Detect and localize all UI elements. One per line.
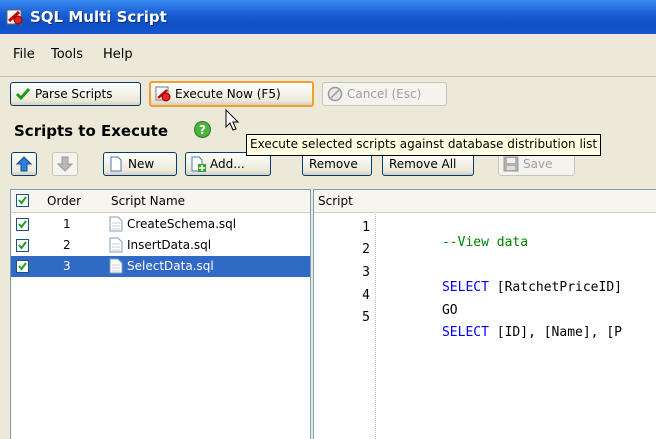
row-checkbox[interactable] (16, 260, 29, 273)
row-order: 3 (63, 259, 71, 273)
select-all-checkbox[interactable] (16, 194, 29, 207)
section-title: Scripts to Execute (14, 122, 168, 140)
row-script-name: SelectData.sql (127, 259, 214, 273)
code-text: [ID], [Name], [P (488, 325, 622, 340)
script-header-label: Script (318, 194, 353, 208)
row-checkbox[interactable] (16, 218, 29, 231)
column-order-header[interactable]: Order (47, 194, 81, 208)
row-order: 1 (63, 217, 71, 231)
execute-now-button[interactable]: Execute Now (F5) (149, 81, 314, 107)
execute-now-label: Execute Now (F5) (175, 87, 281, 101)
code-comment: --View data (441, 235, 529, 250)
line-number: 5 (362, 310, 370, 325)
list-item-selected[interactable]: 3 SelectData.sql (11, 256, 310, 277)
title-bar: SQL Multi Script (0, 0, 656, 34)
menu-tools[interactable]: Tools (51, 47, 83, 62)
svg-text:?: ? (199, 123, 206, 137)
save-label: Save (523, 157, 553, 171)
cancel-button[interactable]: Cancel (Esc) (322, 82, 447, 106)
line-number: 4 (362, 288, 370, 303)
parse-scripts-label: Parse Scripts (35, 87, 113, 101)
add-label: Add... (210, 157, 245, 171)
cancel-label: Cancel (Esc) (347, 87, 422, 101)
move-down-button[interactable] (52, 152, 78, 176)
row-order: 2 (63, 238, 71, 252)
checkmark-icon (18, 196, 27, 205)
arrow-up-icon (16, 156, 32, 172)
code-line: SELECT [ID], [Name], [P (395, 310, 622, 355)
checkmark-icon (18, 220, 27, 229)
menu-bar: File Tools Help (0, 34, 656, 77)
list-header: Order Script Name (11, 190, 310, 213)
move-up-button[interactable] (11, 152, 37, 176)
script-editor[interactable]: Script 1 2 3 4 5 --View data SELECT [Rat… (313, 189, 656, 439)
checkmark-icon (18, 241, 27, 250)
app-icon (6, 9, 23, 25)
execute-script-icon (155, 86, 171, 102)
arrow-down-icon (57, 156, 73, 172)
mouse-cursor-icon (225, 109, 240, 131)
new-label: New (128, 157, 155, 171)
sql-file-icon (109, 216, 123, 232)
list-item[interactable]: 1 CreateSchema.sql (11, 214, 310, 235)
tooltip: Execute selected scripts against databas… (246, 134, 602, 156)
row-checkbox[interactable] (16, 239, 29, 252)
row-script-name: CreateSchema.sql (127, 217, 237, 231)
add-file-icon (191, 156, 206, 172)
code-text: [RatchetPriceID] (488, 280, 622, 295)
checkmark-icon (15, 88, 31, 101)
remove-label: Remove (309, 157, 358, 171)
list-item[interactable]: 2 InsertData.sql (11, 235, 310, 256)
script-header: Script (314, 190, 656, 213)
line-number: 2 (362, 242, 370, 257)
new-file-icon (110, 156, 122, 172)
cancel-icon (327, 86, 343, 102)
window-title: SQL Multi Script (30, 8, 167, 26)
new-button[interactable]: New (103, 152, 177, 176)
gutter-separator (375, 214, 376, 439)
help-icon[interactable]: ? (194, 121, 211, 138)
menu-help[interactable]: Help (103, 47, 133, 62)
code-line: --View data (395, 220, 528, 265)
sql-file-icon (109, 237, 123, 253)
menu-file[interactable]: File (13, 47, 35, 62)
row-script-name: InsertData.sql (127, 238, 212, 252)
code-keyword: SELECT (441, 325, 489, 340)
column-script-name-header[interactable]: Script Name (111, 194, 185, 208)
sql-file-icon (109, 258, 123, 274)
line-number: 3 (362, 265, 370, 280)
script-list: Order Script Name 1 CreateSchema.sql 2 I… (10, 189, 311, 439)
save-disk-icon (503, 156, 519, 172)
line-number: 1 (362, 220, 370, 235)
remove-all-label: Remove All (389, 157, 457, 171)
parse-scripts-button[interactable]: Parse Scripts (10, 82, 141, 106)
checkmark-icon (18, 262, 27, 271)
